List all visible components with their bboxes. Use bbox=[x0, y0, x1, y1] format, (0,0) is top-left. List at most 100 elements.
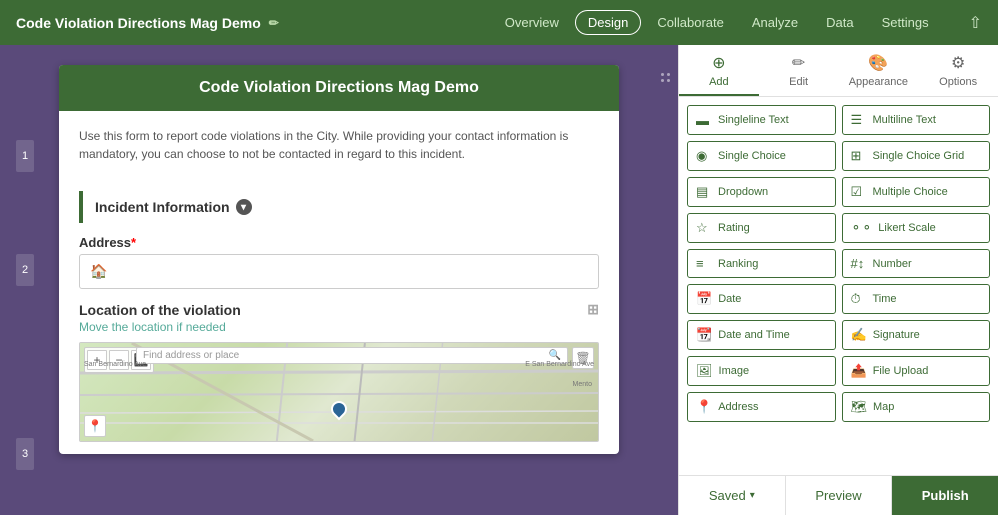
field-multiple-choice[interactable]: ☑ Multiple Choice bbox=[842, 177, 991, 207]
date-and-time-icon: 📆 bbox=[696, 327, 712, 343]
field-singleline[interactable]: ▬ Singleline Text bbox=[687, 105, 836, 135]
form-area: 1 2 3 Code Violation Directions Mag Demo… bbox=[0, 45, 678, 515]
nav-data[interactable]: Data bbox=[814, 11, 865, 34]
nav-overview[interactable]: Overview bbox=[493, 11, 571, 34]
date-icon: 📅 bbox=[696, 291, 712, 307]
field-ranking[interactable]: ≡ Ranking bbox=[687, 249, 836, 278]
bottom-bar: Saved ▾ Preview Publish bbox=[679, 475, 998, 515]
add-tab-icon: ⊕ bbox=[712, 53, 725, 73]
map-label-e-san-bernardino: E San Bernardino Ave bbox=[525, 361, 594, 368]
location-title: Location of the violation ⊞ bbox=[79, 301, 599, 318]
field-row-6: 📅 Date ⏱ Time bbox=[687, 284, 990, 314]
field-row-5: ≡ Ranking #↕ Number bbox=[687, 249, 990, 278]
field-date-and-time[interactable]: 📆 Date and Time bbox=[687, 320, 836, 350]
map-location-btn[interactable]: 📍 bbox=[84, 415, 106, 437]
likert-scale-icon: ⚬⚬ bbox=[851, 220, 873, 236]
saved-button[interactable]: Saved ▾ bbox=[679, 476, 785, 515]
field-number[interactable]: #↕ Number bbox=[842, 249, 991, 278]
required-star: * bbox=[131, 235, 136, 250]
nav-collaborate[interactable]: Collaborate bbox=[645, 11, 736, 34]
multiple-choice-icon: ☑ bbox=[851, 184, 867, 200]
field-multiline[interactable]: ☰ Multiline Text bbox=[842, 105, 991, 135]
singleline-icon: ▬ bbox=[696, 113, 712, 128]
form-card: Code Violation Directions Mag Demo Use t… bbox=[59, 65, 619, 454]
signature-icon: ✍ bbox=[851, 327, 867, 343]
form-description: Use this form to report code violations … bbox=[59, 111, 619, 179]
main-layout: 1 2 3 Code Violation Directions Mag Demo… bbox=[0, 45, 998, 515]
section-title-incident: Incident Information ▾ bbox=[95, 199, 587, 215]
map-label-mento: Mento bbox=[573, 381, 592, 388]
time-icon: ⏱ bbox=[851, 291, 867, 307]
share-icon[interactable]: ⇧ bbox=[969, 13, 982, 33]
saved-caret-icon: ▾ bbox=[750, 490, 755, 501]
address-input-icon: 🏠 bbox=[90, 263, 107, 280]
nav-settings[interactable]: Settings bbox=[870, 11, 941, 34]
appearance-tab-icon: 🎨 bbox=[868, 53, 888, 73]
tab-appearance[interactable]: 🎨 Appearance bbox=[839, 45, 919, 96]
field-row-2: ◉ Single Choice ⊞ Single Choice Grid bbox=[687, 141, 990, 171]
section-collapse-icon[interactable]: ▾ bbox=[236, 199, 252, 215]
field-row-8: 🖼 Image 📤 File Upload bbox=[687, 356, 990, 386]
preview-button[interactable]: Preview bbox=[785, 476, 893, 515]
single-choice-grid-icon: ⊞ bbox=[851, 148, 867, 164]
field-row-4: ☆ Rating ⚬⚬ Likert Scale bbox=[687, 213, 990, 243]
field-dropdown[interactable]: ▤ Dropdown bbox=[687, 177, 836, 207]
app-title-text: Code Violation Directions Mag Demo bbox=[16, 15, 261, 31]
form-title: Code Violation Directions Mag Demo bbox=[59, 65, 619, 111]
top-navigation: Code Violation Directions Mag Demo ✏ Ove… bbox=[0, 0, 998, 45]
field-rating[interactable]: ☆ Rating bbox=[687, 213, 836, 243]
dropdown-icon: ▤ bbox=[696, 184, 712, 200]
field-single-choice-grid[interactable]: ⊞ Single Choice Grid bbox=[842, 141, 991, 171]
field-image[interactable]: 🖼 Image bbox=[687, 356, 836, 386]
field-row-1: ▬ Singleline Text ☰ Multiline Text bbox=[687, 105, 990, 135]
address-input[interactable]: 🏠 bbox=[79, 254, 599, 289]
section-numbers: 1 2 3 bbox=[16, 140, 34, 472]
tab-edit[interactable]: ✏ Edit bbox=[759, 45, 839, 96]
multiline-icon: ☰ bbox=[851, 112, 867, 128]
section-num-1: 1 bbox=[16, 140, 34, 172]
resize-handle[interactable] bbox=[661, 73, 670, 82]
field-address[interactable]: 📍 Address bbox=[687, 392, 836, 422]
image-icon: 🖼 bbox=[696, 363, 713, 379]
form-section-incident: Incident Information ▾ bbox=[79, 191, 599, 223]
location-subtitle: Move the location if needed bbox=[79, 320, 599, 334]
rating-icon: ☆ bbox=[696, 220, 712, 236]
right-panel: ⊕ Add ✏ Edit 🎨 Appearance ⚙ Options ▬ Si… bbox=[678, 45, 998, 515]
field-signature[interactable]: ✍ Signature bbox=[842, 320, 991, 350]
field-date[interactable]: 📅 Date bbox=[687, 284, 836, 314]
section-icon: ⊞ bbox=[587, 301, 599, 318]
app-title-container: Code Violation Directions Mag Demo ✏ bbox=[16, 15, 473, 31]
section-num-3: 3 bbox=[16, 438, 34, 470]
single-choice-icon: ◉ bbox=[696, 148, 712, 164]
field-row-7: 📆 Date and Time ✍ Signature bbox=[687, 320, 990, 350]
nav-design[interactable]: Design bbox=[575, 10, 641, 35]
tab-add[interactable]: ⊕ Add bbox=[679, 45, 759, 96]
map-widget[interactable]: + − ⬛ Find address or place 🔍 🗑 bbox=[79, 342, 599, 442]
publish-button[interactable]: Publish bbox=[892, 476, 998, 515]
field-likert-scale[interactable]: ⚬⚬ Likert Scale bbox=[842, 213, 991, 243]
field-time[interactable]: ⏱ Time bbox=[842, 284, 991, 314]
fields-grid: ▬ Singleline Text ☰ Multiline Text ◉ Sin… bbox=[679, 97, 998, 475]
edit-tab-icon: ✏ bbox=[792, 53, 805, 73]
field-file-upload[interactable]: 📤 File Upload bbox=[842, 356, 991, 386]
map-search-icon: 🔍 bbox=[549, 350, 561, 361]
address-label: Address* bbox=[79, 235, 599, 250]
nav-links: Overview Design Collaborate Analyze Data… bbox=[493, 10, 941, 35]
location-section: Location of the violation ⊞ Move the loc… bbox=[79, 301, 599, 442]
address-field-icon: 📍 bbox=[696, 399, 712, 415]
number-icon: #↕ bbox=[851, 256, 867, 271]
section-num-2: 2 bbox=[16, 254, 34, 286]
nav-analyze[interactable]: Analyze bbox=[740, 11, 810, 34]
tab-options[interactable]: ⚙ Options bbox=[918, 45, 998, 96]
map-background: + − ⬛ Find address or place 🔍 🗑 bbox=[80, 343, 598, 441]
file-upload-icon: 📤 bbox=[851, 363, 867, 379]
map-label-san-bernardino: San Bernardino Ave bbox=[84, 361, 146, 368]
field-row-9: 📍 Address 🗺 Map bbox=[687, 392, 990, 422]
edit-title-icon[interactable]: ✏ bbox=[269, 16, 279, 30]
panel-tabs: ⊕ Add ✏ Edit 🎨 Appearance ⚙ Options bbox=[679, 45, 998, 97]
map-search-text: Find address or place bbox=[143, 350, 239, 361]
field-map[interactable]: 🗺 Map bbox=[842, 392, 991, 422]
options-tab-icon: ⚙ bbox=[951, 53, 965, 73]
ranking-icon: ≡ bbox=[696, 256, 712, 271]
field-single-choice[interactable]: ◉ Single Choice bbox=[687, 141, 836, 171]
